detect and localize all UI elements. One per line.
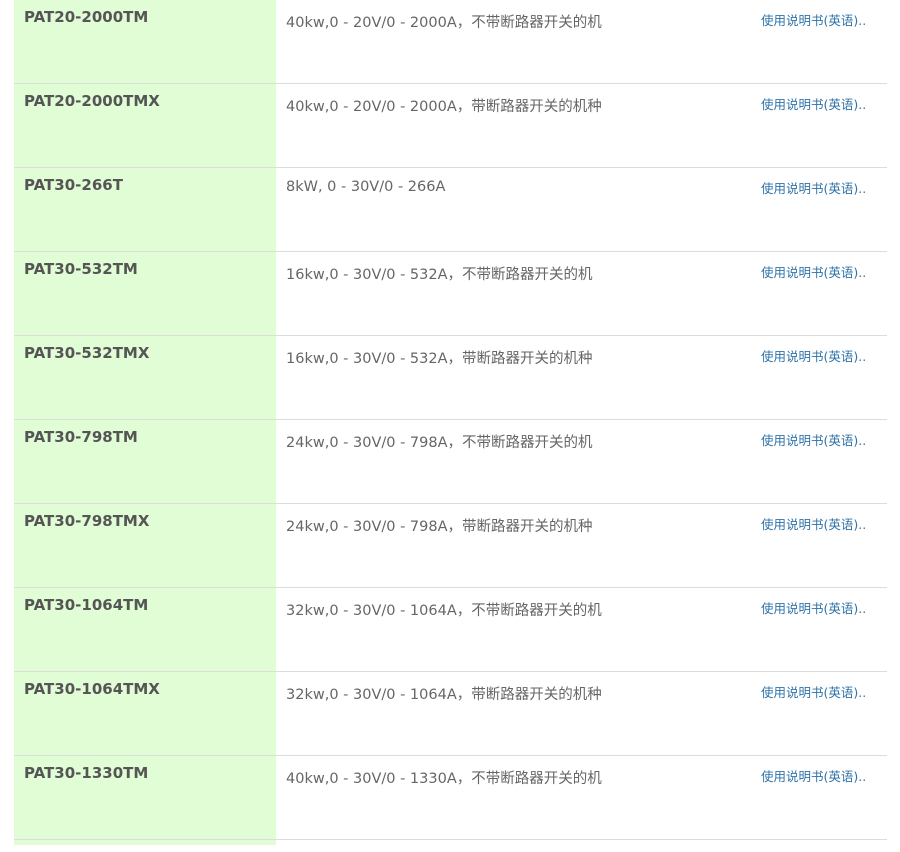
manual-link[interactable]: 使用说明书(英语).. [761, 766, 866, 785]
table-row: PAT30-798TM 24kw,0 - 30V/0 - 798A，不带断路器开… [14, 420, 887, 504]
model-name: PAT30-532TM [24, 260, 138, 278]
model-description: 40kw,0 - 30V/0 - 1330A，不带断路器开关的机 [286, 771, 602, 787]
model-name: PAT30-532TMX [24, 344, 150, 362]
table-row: PAT30-798TMX 24kw,0 - 30V/0 - 798A，带断路器开… [14, 504, 887, 588]
table-row: PAT20-2000TM 40kw,0 - 20V/0 - 2000A，不带断路… [14, 0, 887, 84]
model-description: 16kw,0 - 30V/0 - 532A，带断路器开关的机种 [286, 351, 593, 367]
model-description: 8kW, 0 - 30V/0 - 266A [286, 179, 446, 195]
product-table: PAT20-2000TM 40kw,0 - 20V/0 - 2000A，不带断路… [14, 0, 887, 845]
model-name: PAT20-2000TMX [24, 92, 160, 110]
table-row: PAT20-2000TMX 40kw,0 - 20V/0 - 2000A，带断路… [14, 84, 887, 168]
model-description: 24kw,0 - 30V/0 - 798A，不带断路器开关的机 [286, 435, 593, 451]
model-name: PAT30-1330TM [24, 764, 149, 782]
table-row: PAT30-1064TM 32kw,0 - 30V/0 - 1064A，不带断路… [14, 588, 887, 672]
model-description: 24kw,0 - 30V/0 - 798A，带断路器开关的机种 [286, 519, 593, 535]
manual-link[interactable]: 使用说明书(英语).. [761, 178, 866, 197]
model-description: 40kw,0 - 20V/0 - 2000A，不带断路器开关的机 [286, 15, 602, 31]
model-description: 32kw,0 - 30V/0 - 1064A，不带断路器开关的机 [286, 603, 602, 619]
table-row-partial [14, 840, 887, 852]
model-name: PAT30-1064TM [24, 596, 149, 614]
model-description: 16kw,0 - 30V/0 - 532A，不带断路器开关的机 [286, 267, 593, 283]
model-name: PAT30-798TM [24, 428, 138, 446]
model-name: PAT20-2000TM [24, 8, 149, 26]
table-row: PAT30-1064TMX 32kw,0 - 30V/0 - 1064A，带断路… [14, 672, 887, 756]
manual-link[interactable]: 使用说明书(英语).. [761, 598, 866, 617]
model-description: 40kw,0 - 20V/0 - 2000A，带断路器开关的机种 [286, 99, 602, 115]
model-description: 32kw,0 - 30V/0 - 1064A，带断路器开关的机种 [286, 687, 602, 703]
table-row: PAT30-532TMX 16kw,0 - 30V/0 - 532A，带断路器开… [14, 336, 887, 420]
manual-link[interactable]: 使用说明书(英语).. [761, 430, 866, 449]
manual-link[interactable]: 使用说明书(英语).. [761, 262, 866, 281]
table-row: PAT30-532TM 16kw,0 - 30V/0 - 532A，不带断路器开… [14, 252, 887, 336]
table-row: PAT30-1330TM 40kw,0 - 30V/0 - 1330A，不带断路… [14, 756, 887, 840]
manual-link[interactable]: 使用说明书(英语).. [761, 514, 866, 533]
manual-link[interactable]: 使用说明书(英语).. [761, 682, 866, 701]
manual-link[interactable]: 使用说明书(英语).. [761, 94, 866, 113]
manual-link[interactable]: 使用说明书(英语).. [761, 10, 866, 29]
model-name: PAT30-266T [24, 176, 123, 194]
manual-link[interactable]: 使用说明书(英语).. [761, 346, 866, 365]
table-row: PAT30-266T 8kW, 0 - 30V/0 - 266A 使用说明书(英… [14, 168, 887, 252]
model-name: PAT30-798TMX [24, 512, 150, 530]
model-name: PAT30-1064TMX [24, 680, 160, 698]
